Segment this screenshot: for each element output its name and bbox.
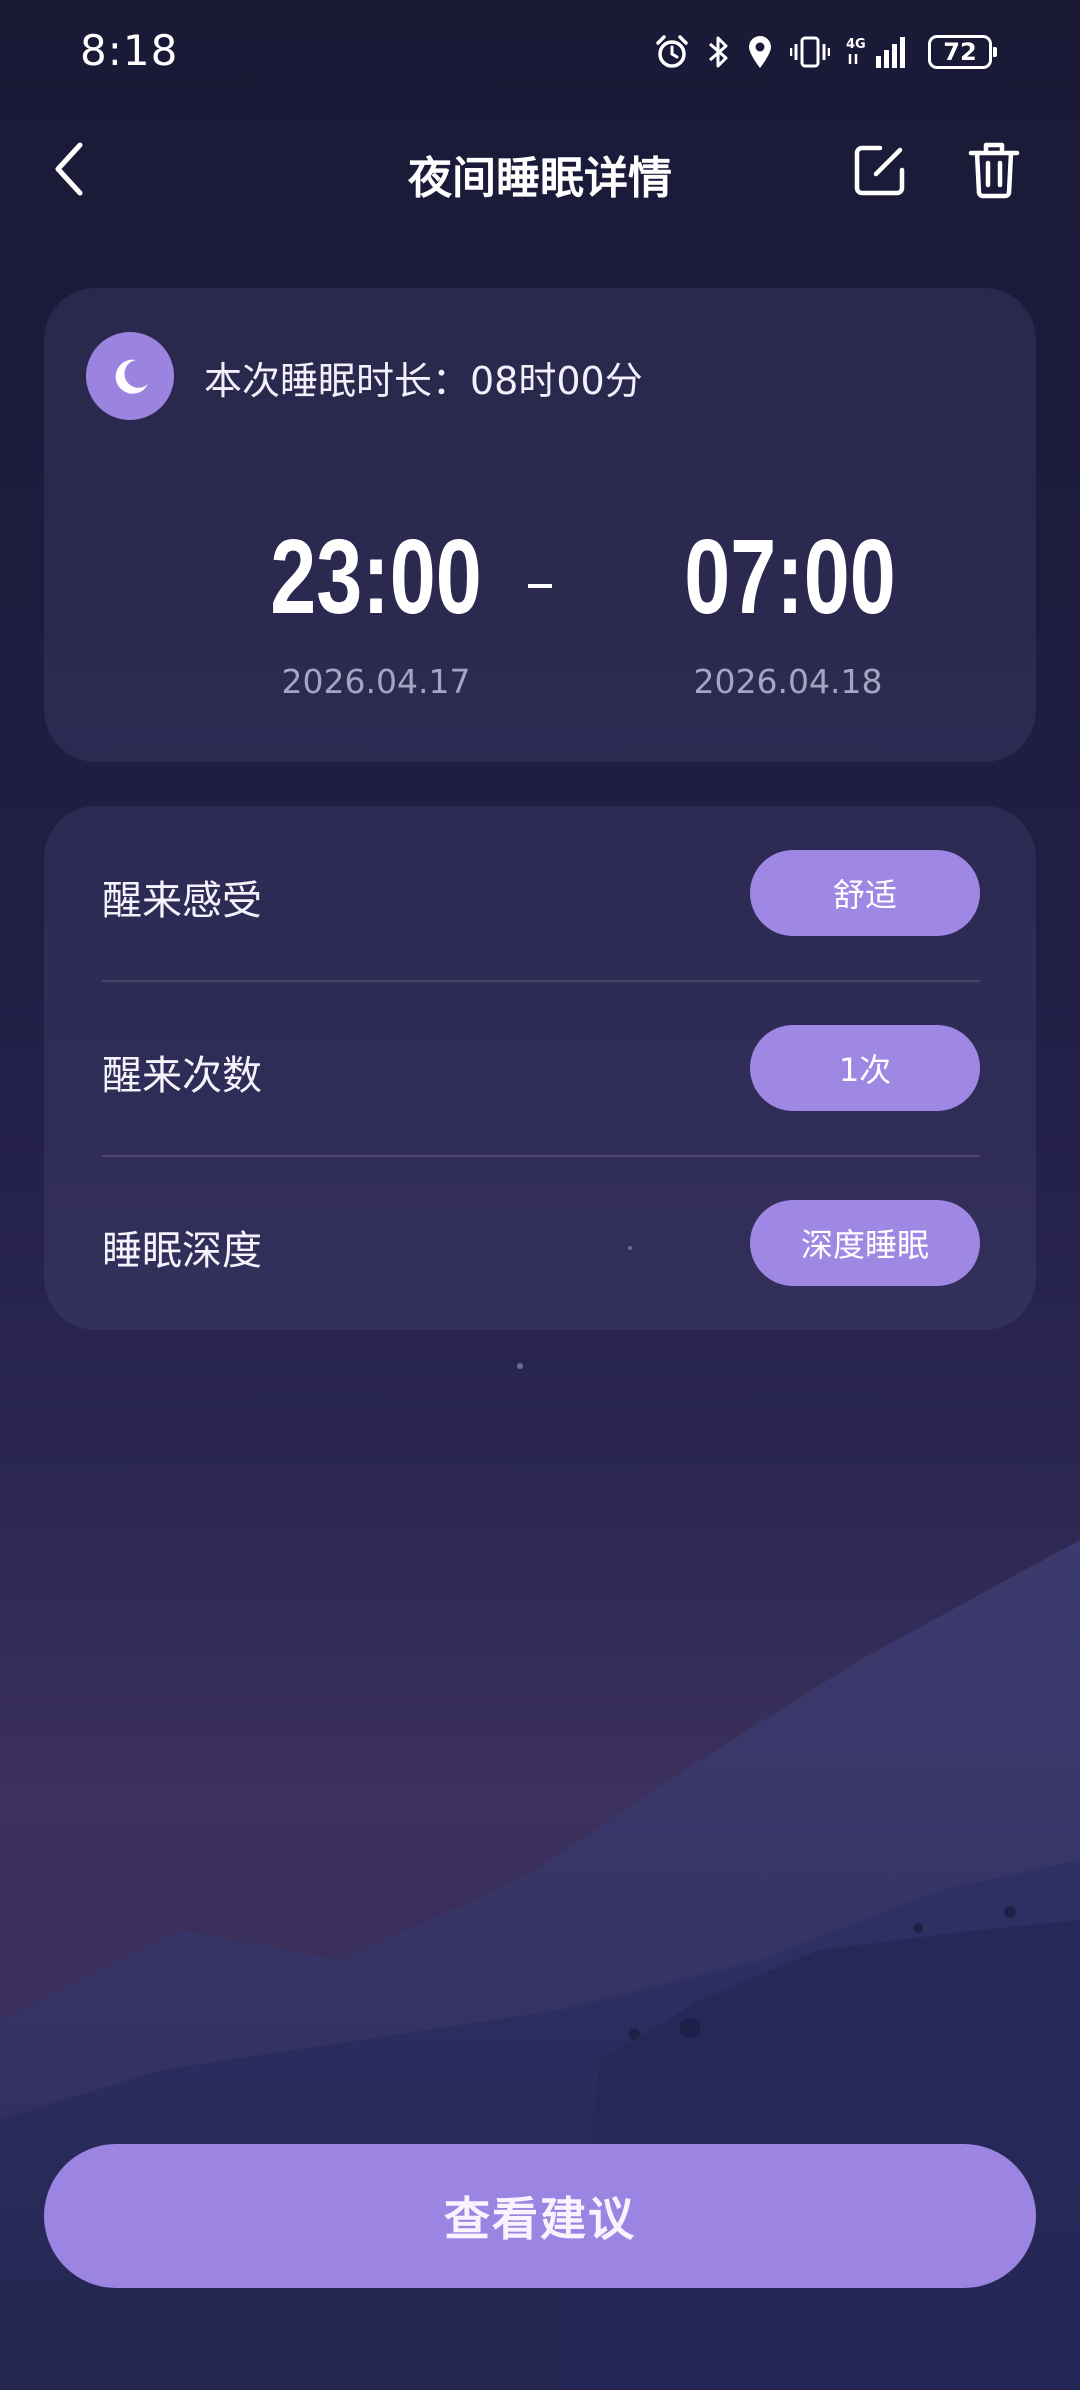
edit-button[interactable] <box>848 138 912 202</box>
edit-icon <box>854 145 905 196</box>
wake-feeling-value[interactable]: 舒适 <box>750 850 980 936</box>
sleep-duration-label: 本次睡眠时长：08时00分 <box>204 359 643 403</box>
page-title: 夜间睡眠详情 <box>408 153 672 204</box>
alarm-icon <box>654 34 690 70</box>
view-advice-button[interactable]: 查看建议 <box>44 2144 1036 2288</box>
location-icon <box>746 34 774 70</box>
delete-button[interactable] <box>962 138 1026 202</box>
sleep-info-card: 醒来感受 舒适 醒来次数 1次 睡眠深度 深度睡眠 <box>44 806 1036 1330</box>
battery-level: 72 <box>943 38 977 66</box>
moon-icon <box>115 359 148 394</box>
sleep-end-time: 07:00 <box>684 518 896 636</box>
header: 夜间睡眠详情 <box>0 120 1080 220</box>
wake-feeling-row: 醒来感受 舒适 <box>102 806 980 980</box>
status-icons: 4G 72 <box>654 30 997 74</box>
sleep-end-date: 2026.04.18 <box>693 662 883 701</box>
wake-feeling-label: 醒来感受 <box>102 878 262 924</box>
vibrate-icon <box>790 34 830 70</box>
time-separator <box>528 584 552 588</box>
wake-count-label: 醒来次数 <box>102 1053 262 1099</box>
moon-badge <box>86 332 174 420</box>
status-bar: 8:18 4G 72 <box>0 0 1080 110</box>
svg-text:4G: 4G <box>846 37 866 52</box>
sleep-depth-row: 睡眠深度 深度睡眠 <box>102 1156 980 1330</box>
delete-icon <box>968 142 1020 199</box>
signal-icon: 4G <box>846 34 912 70</box>
battery-icon: 72 <box>928 35 997 69</box>
bluetooth-icon <box>706 34 730 70</box>
sleep-start-date: 2026.04.17 <box>281 662 471 701</box>
sleep-depth-label: 睡眠深度 <box>102 1228 262 1274</box>
status-time: 8:18 <box>80 26 179 75</box>
sleep-start-time: 23:00 <box>270 518 482 636</box>
sleep-duration-card: 本次睡眠时长：08时00分 23:00 07:00 2026.04.17 202… <box>44 288 1036 762</box>
sleep-depth-value[interactable]: 深度睡眠 <box>750 1200 980 1286</box>
wake-count-value[interactable]: 1次 <box>750 1025 980 1111</box>
wake-count-row: 醒来次数 1次 <box>102 981 980 1155</box>
